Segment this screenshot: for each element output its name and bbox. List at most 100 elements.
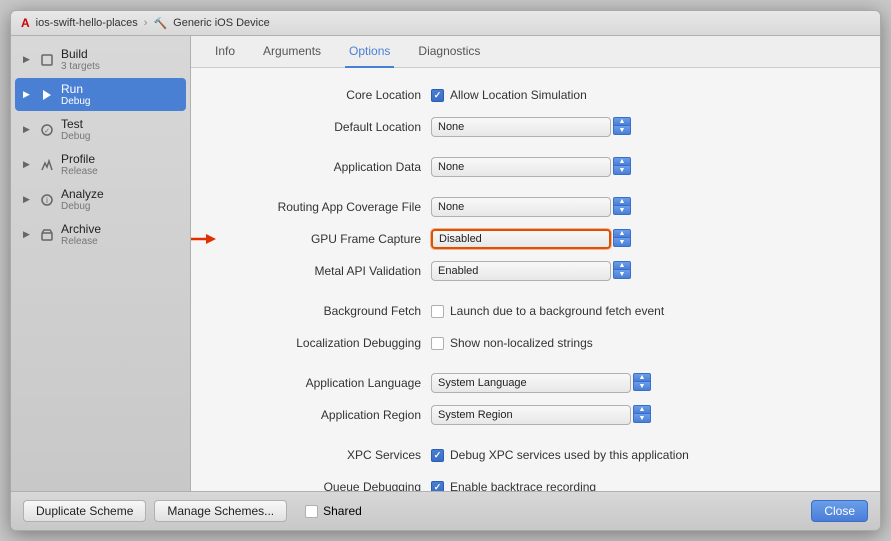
application-data-value: None ▲ ▼ — [431, 157, 850, 177]
app-language-stepper-up[interactable]: ▲ — [633, 373, 651, 382]
default-location-stepper-up[interactable]: ▲ — [613, 117, 631, 126]
application-data-stepper-up[interactable]: ▲ — [613, 157, 631, 166]
queue-debugging-text: Enable backtrace recording — [450, 480, 596, 491]
gpu-frame-capture-select[interactable]: Disabled — [431, 229, 611, 249]
core-location-text: Allow Location Simulation — [450, 88, 587, 102]
default-location-stepper: ▲ ▼ — [613, 117, 631, 137]
application-data-stepper-down[interactable]: ▼ — [613, 166, 631, 175]
default-location-stepper-down[interactable]: ▼ — [613, 126, 631, 135]
background-fetch-value: Launch due to a background fetch event — [431, 304, 850, 318]
gpu-frame-capture-stepper-down[interactable]: ▼ — [613, 238, 631, 247]
tab-info[interactable]: Info — [211, 36, 239, 68]
routing-stepper: ▲ ▼ — [613, 197, 631, 217]
application-data-select-wrapper: None ▲ ▼ — [431, 157, 631, 177]
core-location-label: Core Location — [221, 88, 431, 102]
localization-value: Show non-localized strings — [431, 336, 850, 350]
duplicate-scheme-button[interactable]: Duplicate Scheme — [23, 500, 146, 522]
queue-debugging-row: Queue Debugging Enable backtrace recordi… — [221, 476, 850, 491]
close-button[interactable]: Close — [811, 500, 868, 522]
divider-2 — [221, 188, 850, 196]
arrow-icon-run: ▶ — [23, 89, 33, 100]
app-language-select[interactable]: System Language — [431, 373, 631, 393]
app-language-label: Application Language — [221, 376, 431, 390]
metal-api-stepper: ▲ ▼ — [613, 261, 631, 281]
app-region-stepper-up[interactable]: ▲ — [633, 405, 651, 414]
build-text: Build 3 targets — [61, 47, 100, 72]
app-language-stepper-down[interactable]: ▼ — [633, 382, 651, 391]
app-language-row: Application Language System Language ▲ ▼ — [221, 372, 850, 394]
gpu-frame-capture-stepper-up[interactable]: ▲ — [613, 229, 631, 238]
queue-debugging-checkbox[interactable] — [431, 481, 444, 492]
run-icon — [39, 87, 55, 103]
app-region-value: System Region ▲ ▼ — [431, 405, 850, 425]
metal-api-stepper-up[interactable]: ▲ — [613, 261, 631, 270]
default-location-row: Default Location None ▲ ▼ — [221, 116, 850, 138]
sidebar: ▶ Build 3 targets ▶ — [11, 36, 191, 491]
app-region-stepper-down[interactable]: ▼ — [633, 414, 651, 423]
core-location-row: Core Location Allow Location Simulation — [221, 84, 850, 106]
right-panel: Info Arguments Options Diagnostics Core … — [191, 36, 880, 491]
device-icon: 🔨 — [153, 17, 167, 30]
sidebar-item-build[interactable]: ▶ Build 3 targets — [15, 43, 186, 76]
tab-diagnostics[interactable]: Diagnostics — [414, 36, 484, 68]
shared-checkbox-group: Shared — [305, 504, 362, 518]
arrow-icon-archive: ▶ — [23, 229, 33, 240]
tab-options[interactable]: Options — [345, 36, 394, 68]
core-location-checkbox[interactable] — [431, 89, 444, 102]
routing-label: Routing App Coverage File — [221, 200, 431, 214]
core-location-value: Allow Location Simulation — [431, 88, 850, 102]
localization-label: Localization Debugging — [221, 336, 431, 350]
xpc-services-checkbox[interactable] — [431, 449, 444, 462]
queue-debugging-value: Enable backtrace recording — [431, 480, 850, 491]
routing-select[interactable]: None — [431, 197, 611, 217]
app-language-value: System Language ▲ ▼ — [431, 373, 850, 393]
tab-arguments[interactable]: Arguments — [259, 36, 325, 68]
title-separator: › — [144, 17, 148, 29]
queue-debugging-label: Queue Debugging — [221, 480, 431, 491]
arrow-icon-profile: ▶ — [23, 159, 33, 170]
sidebar-item-analyze[interactable]: ▶ i Analyze Debug — [15, 183, 186, 216]
divider-5 — [221, 436, 850, 444]
localization-checkbox[interactable] — [431, 337, 444, 350]
routing-stepper-up[interactable]: ▲ — [613, 197, 631, 206]
sidebar-item-test[interactable]: ▶ ✓ Test Debug — [15, 113, 186, 146]
sidebar-item-run[interactable]: ▶ Run Debug — [15, 78, 186, 111]
app-region-row: Application Region System Region ▲ ▼ — [221, 404, 850, 426]
divider-1 — [221, 148, 850, 156]
main-content: ▶ Build 3 targets ▶ — [11, 36, 880, 491]
gpu-frame-capture-select-wrapper: Disabled ▲ ▼ — [431, 229, 631, 249]
shared-label: Shared — [323, 504, 362, 518]
background-fetch-checkbox[interactable] — [431, 305, 444, 318]
shared-checkbox[interactable] — [305, 505, 318, 518]
default-location-select-wrapper: None ▲ ▼ — [431, 117, 631, 137]
app-region-select-wrapper: System Region ▲ ▼ — [431, 405, 651, 425]
application-data-select[interactable]: None — [431, 157, 611, 177]
divider-3 — [221, 292, 850, 300]
archive-icon — [39, 227, 55, 243]
bottom-bar: Duplicate Scheme Manage Schemes... Share… — [11, 491, 880, 530]
gpu-frame-capture-value: Disabled ▲ ▼ — [431, 229, 850, 249]
sidebar-item-profile[interactable]: ▶ Profile Release — [15, 148, 186, 181]
profile-icon — [39, 157, 55, 173]
metal-api-select[interactable]: Enabled — [431, 261, 611, 281]
default-location-select[interactable]: None — [431, 117, 611, 137]
default-location-label: Default Location — [221, 120, 431, 134]
app-language-select-wrapper: System Language ▲ ▼ — [431, 373, 651, 393]
manage-schemes-button[interactable]: Manage Schemes... — [154, 500, 287, 522]
routing-stepper-down[interactable]: ▼ — [613, 206, 631, 215]
metal-api-value: Enabled ▲ ▼ — [431, 261, 850, 281]
xpc-services-label: XPC Services — [221, 448, 431, 462]
background-fetch-label: Background Fetch — [221, 304, 431, 318]
application-data-row: Application Data None ▲ ▼ — [221, 156, 850, 178]
title-bar: A ios-swift-hello-places › 🔨 Generic iOS… — [11, 11, 880, 36]
sidebar-item-archive[interactable]: ▶ Archive Release — [15, 218, 186, 251]
xpc-services-row: XPC Services Debug XPC services used by … — [221, 444, 850, 466]
settings-content: Core Location Allow Location Simulation … — [191, 68, 880, 491]
routing-value: None ▲ ▼ — [431, 197, 850, 217]
divider-4 — [221, 364, 850, 372]
metal-api-stepper-down[interactable]: ▼ — [613, 270, 631, 279]
routing-row: Routing App Coverage File None ▲ ▼ — [221, 196, 850, 218]
red-arrow-annotation — [191, 229, 221, 249]
localization-text: Show non-localized strings — [450, 336, 593, 350]
app-region-select[interactable]: System Region — [431, 405, 631, 425]
